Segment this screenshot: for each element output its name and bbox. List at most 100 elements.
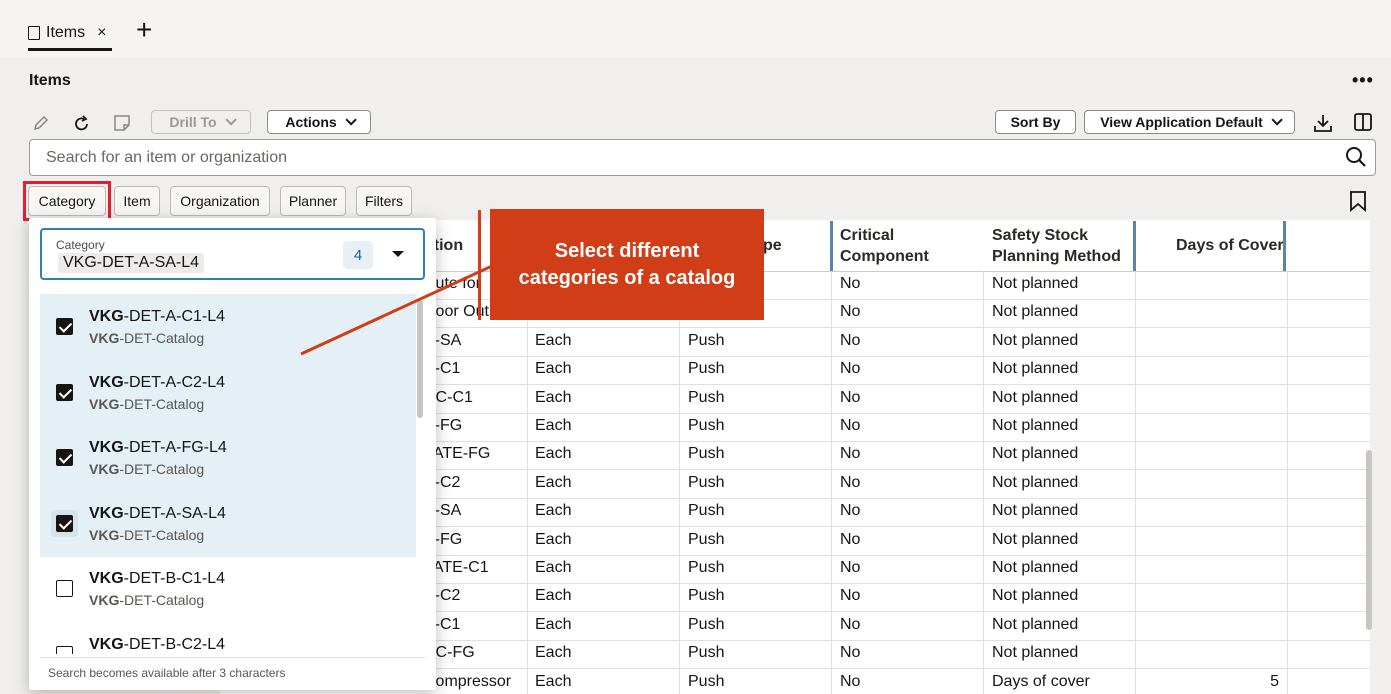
option-catalog-match: VKG: [89, 330, 120, 346]
chip-planner[interactable]: Planner: [280, 186, 346, 216]
table-cell-critical: No: [840, 644, 861, 662]
checkbox[interactable]: [56, 580, 73, 598]
header-safety-line2[interactable]: Planning Method: [992, 247, 1121, 267]
column-separator[interactable]: [830, 221, 833, 271]
refresh-icon[interactable]: [72, 114, 92, 134]
header-critical-line2[interactable]: Component: [840, 247, 929, 267]
chip-item[interactable]: Item: [114, 186, 160, 216]
table-cell-type: Push: [688, 502, 725, 520]
table-cell-type: Push: [688, 587, 725, 605]
table-cell-safety: Not planned: [992, 502, 1079, 520]
option-catalog-rest: -DET-Catalog: [119, 330, 205, 346]
category-option[interactable]: VKG-DET-A-SA-L4 VKG-DET-Catalog: [40, 490, 416, 557]
callout-accent-bar: [478, 210, 481, 320]
option-label-match: VKG: [89, 373, 124, 391]
table-cell-critical: No: [840, 417, 861, 434]
note-icon[interactable]: [113, 114, 131, 132]
table-cell-critical: No: [840, 360, 861, 378]
chevron-down-icon: [1271, 114, 1283, 126]
options-scrollbar[interactable]: [417, 300, 423, 418]
drill-to-label: Drill To: [169, 114, 217, 130]
page-title: Items: [29, 72, 71, 89]
panel-toggle-icon[interactable]: [1353, 112, 1373, 132]
option-catalog: VKG-DET-Catalog: [89, 527, 204, 543]
table-cell-uom: Each: [535, 587, 572, 605]
option-label-match: VKG: [89, 570, 124, 588]
option-label: VKG-DET-B-C2-L4: [89, 636, 225, 654]
category-selected-value[interactable]: VKG-DET-A-SA-L4: [58, 253, 205, 273]
table-cell-type: Push: [688, 388, 725, 406]
category-option[interactable]: VKG-DET-B-C2-L4VKG-DET-Catalog: [40, 622, 416, 654]
table-cell-uom: Each: [535, 502, 572, 520]
category-field-label: Category: [56, 238, 105, 252]
table-scrollbar[interactable]: [1366, 450, 1372, 630]
chip-organization[interactable]: Organization: [170, 186, 270, 216]
chip-filters[interactable]: Filters: [356, 186, 412, 216]
table-cell-uom: Each: [535, 445, 572, 463]
table-cell-critical: No: [840, 502, 861, 520]
table-cell-safety: Not planned: [992, 388, 1079, 406]
option-catalog-rest: -DET-Catalog: [119, 395, 205, 412]
tab-bar: [0, 0, 1391, 58]
actions-button[interactable]: Actions: [267, 110, 371, 134]
checkbox[interactable]: [56, 449, 73, 467]
table-cell-safety: Not planned: [992, 331, 1079, 349]
view-label: View Application Default: [1100, 114, 1263, 130]
table-cell-critical: No: [840, 559, 861, 576]
table-cell-critical: No: [840, 303, 861, 321]
view-select[interactable]: View Application Default: [1084, 110, 1295, 134]
callout-line-1: Select different: [554, 239, 700, 262]
column-separator[interactable]: [1283, 221, 1286, 271]
table-cell-type: Push: [688, 615, 725, 633]
new-tab-button[interactable]: +: [136, 14, 152, 46]
checkbox[interactable]: [56, 383, 73, 401]
table-cell-critical: No: [840, 445, 861, 463]
option-label-rest: -DET-A-C1-L4: [123, 308, 226, 325]
header-type[interactable]: pe: [763, 236, 782, 256]
category-option[interactable]: VKG-DET-A-C1-L4 VKG-DET-Catalog: [40, 294, 416, 360]
drill-to-button[interactable]: Drill To: [151, 110, 251, 134]
column-separator[interactable]: [1133, 221, 1136, 271]
header-safety-line1[interactable]: Safety Stock: [992, 226, 1088, 246]
table-cell-critical: No: [840, 331, 861, 349]
table-cell-uom: Each: [535, 559, 572, 576]
search-icon[interactable]: [1345, 146, 1367, 168]
category-option[interactable]: VKG-DET-B-C1-L4 VKG-DET-Catalog: [40, 556, 416, 622]
table-cell-type: Push: [688, 473, 725, 491]
option-label: VKG-DET-A-C1-L4: [89, 308, 225, 326]
table-cell-safety: Days of cover: [992, 672, 1090, 690]
checkbox[interactable]: [56, 514, 73, 532]
option-catalog: VKG-DET-Catalog: [89, 330, 204, 346]
download-icon[interactable]: [1312, 112, 1334, 134]
bookmark-icon[interactable]: [1348, 190, 1368, 212]
chevron-down-icon: [345, 114, 357, 126]
option-catalog-rest: -DET-Catalog: [119, 461, 205, 478]
checkbox[interactable]: [56, 646, 73, 654]
option-catalog-match: VKG: [89, 395, 120, 412]
caret-down-icon[interactable]: [392, 251, 404, 257]
document-icon: [28, 26, 40, 40]
sort-by-button[interactable]: Sort By: [995, 110, 1076, 134]
table-cell-type: Push: [688, 530, 725, 548]
category-option[interactable]: VKG-DET-A-C2-L4 VKG-DET-Catalog: [40, 359, 416, 426]
table-cell-safety: Not planned: [992, 559, 1079, 576]
tab-items[interactable]: Items ×: [28, 18, 113, 51]
option-catalog-match: VKG: [89, 526, 120, 543]
header-critical-line1[interactable]: Critical: [840, 226, 894, 246]
close-icon[interactable]: ×: [97, 24, 106, 42]
edit-icon[interactable]: [32, 114, 50, 132]
option-catalog: VKG-DET-Catalog: [89, 396, 204, 412]
header-days-of-cover[interactable]: Days of Cover: [1176, 236, 1284, 256]
table-cell-type: Push: [688, 559, 725, 576]
table-cell-uom: Each: [535, 615, 572, 633]
table-cell-critical: No: [840, 672, 861, 690]
table-cell-days: 5: [1270, 672, 1279, 690]
option-catalog-rest: -DET-Catalog: [119, 526, 205, 543]
search-placeholder: Search for an item or organization: [46, 149, 288, 166]
table-cell-type: Push: [688, 331, 725, 349]
option-label-match: VKG: [89, 308, 124, 325]
category-option[interactable]: VKG-DET-A-FG-L4 VKG-DET-Catalog: [40, 425, 416, 492]
option-catalog-match: VKG: [89, 461, 120, 478]
checkbox[interactable]: [56, 318, 73, 335]
more-actions-icon[interactable]: •••: [1352, 70, 1374, 91]
